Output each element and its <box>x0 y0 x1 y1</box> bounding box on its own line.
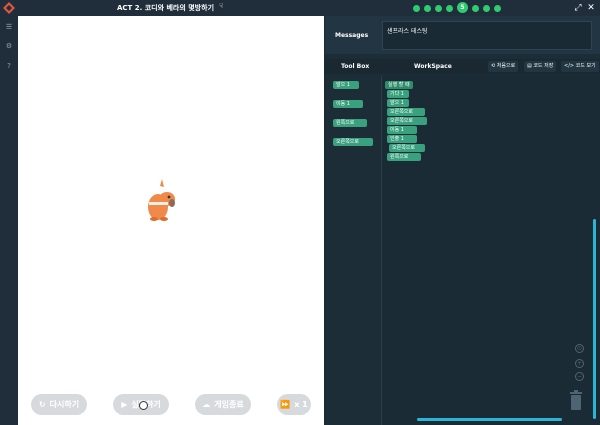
hint-icon[interactable]: ? <box>4 62 14 72</box>
progress-dot <box>472 5 479 12</box>
toolbox-block[interactable]: 앞으 1 <box>333 81 359 89</box>
save-code-button[interactable]: ▤ 코드 저장 <box>524 61 557 72</box>
retry-button[interactable]: ↻ 다시하기 <box>31 394 87 415</box>
toolbox-block[interactable]: 왼쪽으로 <box>333 119 367 127</box>
code-block[interactable]: 앞으 1 <box>387 99 409 107</box>
messages-box: 샌프라스 테스팅 <box>382 21 592 50</box>
zoom-in-icon[interactable]: + <box>575 359 584 368</box>
code-block[interactable]: 왼쪽으로 <box>387 153 421 161</box>
code-block[interactable]: 이동 1 <box>387 126 417 134</box>
progress-dot <box>494 5 501 12</box>
code-block[interactable]: 오른쪽으로 <box>387 117 427 125</box>
progress-dot <box>424 5 431 12</box>
messages-bar: Messages 샌프라스 테스팅 <box>325 16 600 54</box>
not-allowed-cursor-icon <box>139 401 148 410</box>
cloud-icon: ☁ <box>202 400 211 409</box>
view-code-button[interactable]: </> 코드 보기 <box>561 61 599 72</box>
progress-dots: 5 <box>413 2 501 13</box>
reset-code-button[interactable]: ⟲ 처음으로 <box>488 61 519 72</box>
toolbox-block[interactable]: 이동 1 <box>333 100 363 108</box>
page-title: ACT 2. 코디와 베라의 몇방하기 <box>117 4 215 12</box>
gear-icon[interactable]: ⚙ <box>4 42 14 52</box>
recenter-icon[interactable]: ⊙ <box>575 344 584 353</box>
message-text: 샌프라스 테스팅 <box>387 28 428 35</box>
horizontal-scrollbar[interactable] <box>417 418 562 421</box>
toolbox: 앞으 1 이동 1 왼쪽으로오른쪽으로 <box>325 76 379 425</box>
expand-icon[interactable]: ⤢ <box>573 3 583 13</box>
pointer-cursor-icon: ☟ <box>219 2 224 10</box>
start-block[interactable]: 실행 할 때 <box>385 81 413 89</box>
progress-dot <box>483 5 490 12</box>
code-block[interactable]: 오른쪽으로 <box>389 144 425 152</box>
refresh-icon: ↻ <box>38 400 46 409</box>
progress-dot <box>435 5 442 12</box>
speed-button[interactable]: ⏩ x 1 <box>277 394 311 415</box>
zoom-out-icon[interactable]: − <box>575 372 584 381</box>
game-stage: ↻ 다시하기 ▶ 실행하기 ☁ 게임종료 ⏩ x 1 <box>18 16 324 425</box>
play-icon: ▶ <box>121 400 128 409</box>
app-logo-icon[interactable] <box>2 1 16 15</box>
top-bar: ACT 2. 코디와 베라의 몇방하기 ☟ 5 ⤢ ✕ <box>0 0 600 16</box>
progress-dot <box>413 5 420 12</box>
code-block[interactable]: 인출 1 <box>387 135 417 143</box>
progress-dot <box>446 5 453 12</box>
code-block[interactable]: 오른쪽으로 <box>387 108 425 116</box>
character-sprite <box>148 179 175 221</box>
toolbox-title: Tool Box <box>341 63 370 70</box>
workspace-title: WorkSpace <box>414 63 452 70</box>
fast-forward-icon: ⏩ <box>280 400 291 409</box>
code-panel: Messages 샌프라스 테스팅 Tool Box WorkSpace ⟲ 처… <box>325 16 600 425</box>
close-icon[interactable]: ✕ <box>586 3 596 13</box>
progress-dot-current: 5 <box>457 2 468 13</box>
trash-icon[interactable] <box>569 390 583 410</box>
menu-icon[interactable]: ☰ <box>4 23 14 33</box>
code-block[interactable]: 기다 1 <box>387 90 409 98</box>
messages-label: Messages <box>335 32 369 39</box>
workspace-header: Tool Box WorkSpace ⟲ 처음으로 ▤ 코드 저장 </> 코드… <box>325 59 600 74</box>
toolbox-block[interactable]: 오른쪽으로 <box>333 138 373 146</box>
left-rail: ☰ ⚙ ? <box>0 16 18 425</box>
end-game-button[interactable]: ☁ 게임종료 <box>195 394 251 415</box>
workspace[interactable]: 실행 할 때 기다 1 앞으 1 오른쪽으로 오른쪽으로 이동 1 인출 1 오른쪽으로 왼쪽으… <box>381 76 600 425</box>
vertical-scrollbar[interactable] <box>593 219 596 419</box>
